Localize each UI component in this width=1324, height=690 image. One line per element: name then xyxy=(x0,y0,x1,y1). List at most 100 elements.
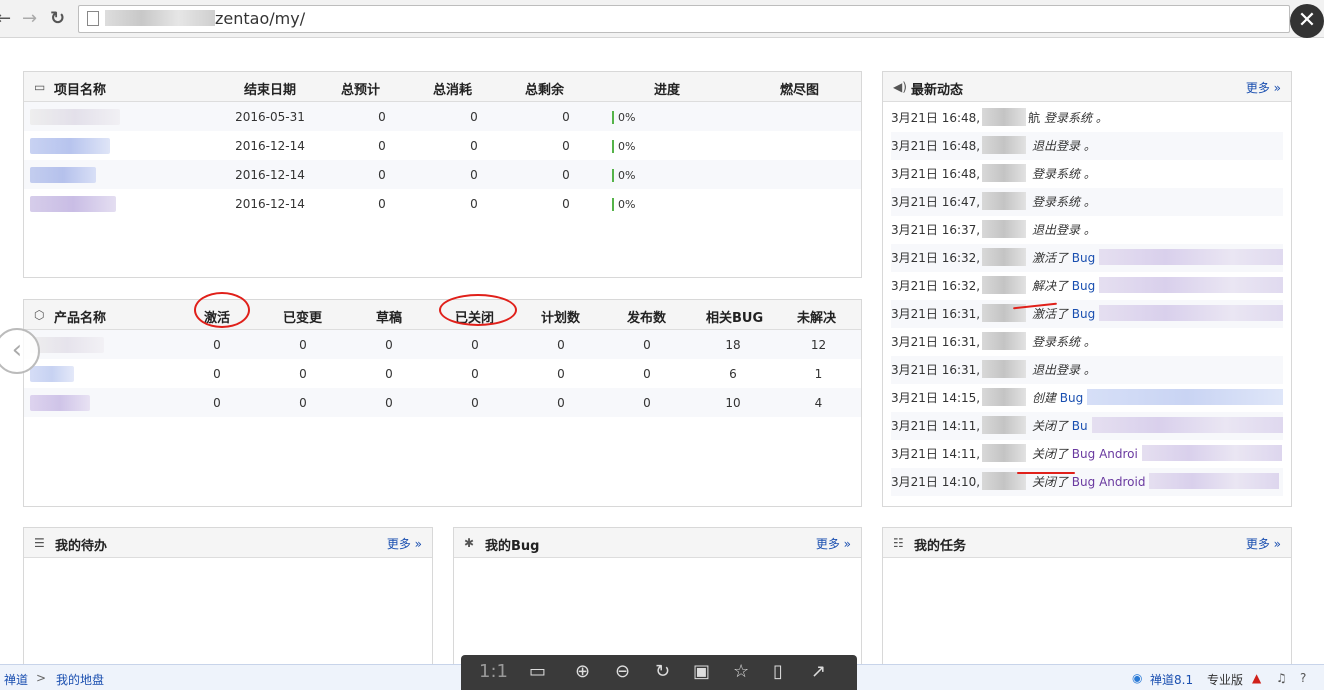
dynamics-panel: ◀) 最新动态 更多 » 3月21日 16:48, 航 登录系统 。 3月21日 … xyxy=(882,71,1292,507)
breadcrumb-current[interactable]: 我的地盘 xyxy=(56,671,104,688)
annotation-circle-active xyxy=(194,292,250,328)
item-user-fragment: 航 xyxy=(1028,111,1041,125)
bug-icon: ✱ xyxy=(464,536,475,550)
address-bar[interactable]: zentao/my/ xyxy=(78,5,1290,33)
tasks-more-link[interactable]: 更多 » xyxy=(1246,535,1281,552)
image-viewer-toolbar: 1:1 ▭ ⊕ ⊖ ↻ ▣ ☆ ▯ ↗ xyxy=(461,655,857,690)
redacted-user xyxy=(982,388,1027,406)
table-row[interactable]: 0 0 0 0 0 0 6 1 xyxy=(24,359,861,388)
breadcrumb-home[interactable]: 禅道 xyxy=(4,671,28,688)
table-row[interactable]: 2016-12-14 0 0 0 0% xyxy=(24,189,861,218)
item-time: 3月21日 16:31, xyxy=(891,363,981,377)
list-item[interactable]: 3月21日 16:31, 退出登录 。 xyxy=(891,356,1283,384)
back-arrow-icon[interactable]: ← xyxy=(0,8,11,29)
item-target-link[interactable]: Bug Androi xyxy=(1072,447,1138,461)
release-count: 0 xyxy=(643,366,651,381)
tasks-icon: ☷ xyxy=(893,536,904,550)
redacted-project-name[interactable] xyxy=(30,195,116,212)
upgrade-arrow-icon[interactable]: ▲ xyxy=(1252,671,1261,685)
phone-icon[interactable]: ▯ xyxy=(773,661,783,682)
col-changed: 已变更 xyxy=(283,311,323,326)
col-end-date: 结束日期 xyxy=(244,83,297,98)
rotate-icon[interactable]: ↻ xyxy=(655,661,670,682)
item-time: 3月21日 14:11, xyxy=(891,419,981,433)
reload-icon[interactable]: ↻ xyxy=(50,8,65,29)
forward-arrow-icon[interactable]: → xyxy=(22,8,37,29)
list-item[interactable]: 3月21日 16:31, 激活了 Bug xyxy=(891,300,1283,328)
table-row[interactable]: 2016-12-14 0 0 0 0% xyxy=(24,160,861,189)
item-target-link[interactable]: Bug xyxy=(1072,251,1095,265)
item-time: 3月21日 16:48, xyxy=(891,111,981,125)
actual-size-button[interactable]: 1:1 xyxy=(479,661,508,682)
bug-count: 6 xyxy=(729,366,737,381)
list-item[interactable]: 3月21日 16:37, 退出登录 。 xyxy=(891,216,1283,244)
end-date: 2016-12-14 xyxy=(235,196,305,211)
col-draft: 草稿 xyxy=(376,311,403,326)
list-item[interactable]: 3月21日 14:10, 关闭了 Bug Android xyxy=(891,468,1283,496)
save-icon[interactable]: ▣ xyxy=(693,661,710,682)
col-project-name: 项目名称 xyxy=(54,83,107,98)
item-target-link[interactable]: Bug xyxy=(1072,279,1095,293)
project-panel: ▭ 项目名称 结束日期 总预计 总消耗 总剩余 进度 燃尽图 2016-05-3… xyxy=(23,71,862,278)
list-item[interactable]: 3月21日 16:32, 解决了 Bug xyxy=(891,272,1283,300)
list-item[interactable]: 3月21日 16:48, 退出登录 。 xyxy=(891,132,1283,160)
item-action: 登录系统 。 xyxy=(1031,335,1096,349)
list-item[interactable]: 3月21日 16:48, 登录系统 。 xyxy=(891,160,1283,188)
tasks-panel: ☷ 我的任务 更多 » xyxy=(882,527,1292,667)
item-target-link[interactable]: Bu xyxy=(1072,419,1088,433)
redacted-project-name[interactable] xyxy=(30,108,120,125)
list-item[interactable]: 3月21日 16:48, 航 登录系统 。 xyxy=(891,104,1283,132)
draft-count: 0 xyxy=(385,366,393,381)
todo-more-link[interactable]: 更多 » xyxy=(387,535,422,552)
bell-icon[interactable]: ♫ xyxy=(1276,671,1287,685)
version-link[interactable]: 禅道8.1 xyxy=(1150,671,1193,688)
edition-label: 专业版 xyxy=(1207,673,1244,687)
redacted-user xyxy=(982,108,1027,126)
item-target-link[interactable]: Bug Android xyxy=(1072,475,1146,489)
help-icon[interactable]: ? xyxy=(1300,671,1306,685)
table-row[interactable]: 0 0 0 0 0 0 10 4 xyxy=(24,388,861,417)
active-count: 0 xyxy=(174,388,260,417)
product-table: 0 0 0 0 0 0 18 12 0 0 0 0 0 0 6 1 0 0 0 … xyxy=(24,330,861,417)
table-row[interactable]: 0 0 0 0 0 0 18 12 xyxy=(24,330,861,359)
list-item[interactable]: 3月21日 14:15, 创建 Bug xyxy=(891,384,1283,412)
redacted-product-name[interactable] xyxy=(30,336,104,353)
redacted-project-name[interactable] xyxy=(30,166,96,183)
project-table: 2016-05-31 0 0 0 0% 2016-12-14 0 0 0 0% … xyxy=(24,102,861,218)
list-item[interactable]: 3月21日 14:11, 关闭了 Bu xyxy=(891,412,1283,440)
list-item[interactable]: 3月21日 16:47, 登录系统 。 xyxy=(891,188,1283,216)
redacted-host xyxy=(105,10,215,26)
favorite-icon[interactable]: ☆ xyxy=(733,661,749,682)
list-item[interactable]: 3月21日 16:31, 登录系统 。 xyxy=(891,328,1283,356)
item-target-link[interactable]: Bug xyxy=(1072,307,1095,321)
item-time: 3月21日 16:31, xyxy=(891,307,981,321)
share-icon[interactable]: ↗ xyxy=(811,661,826,682)
close-icon[interactable]: ✕ xyxy=(1290,4,1324,38)
item-action: 创建 xyxy=(1031,391,1056,405)
list-item[interactable]: 3月21日 14:11, 关闭了 Bug Androi xyxy=(891,440,1283,468)
annotation-circle-closed xyxy=(439,294,517,326)
list-item[interactable]: 3月21日 16:32, 激活了 Bug xyxy=(891,244,1283,272)
redacted-user xyxy=(982,220,1027,238)
item-target-link[interactable]: Bug xyxy=(1060,391,1083,405)
table-row[interactable]: 2016-05-31 0 0 0 0% xyxy=(24,102,861,131)
table-row[interactable]: 2016-12-14 0 0 0 0% xyxy=(24,131,861,160)
redacted-product-name[interactable] xyxy=(30,365,74,382)
redacted-product-name[interactable] xyxy=(30,394,90,411)
burndown-cell xyxy=(742,160,861,189)
mybug-more-link[interactable]: 更多 » xyxy=(816,535,851,552)
estimate-value: 0 xyxy=(336,102,428,131)
draft-count: 0 xyxy=(346,388,432,417)
item-action: 激活了 xyxy=(1031,307,1068,321)
redacted-user xyxy=(982,136,1027,154)
item-time: 3月21日 16:48, xyxy=(891,139,981,153)
redacted-project-name[interactable] xyxy=(30,137,110,154)
fit-icon[interactable]: ▭ xyxy=(529,661,546,682)
dynamics-more-link[interactable]: 更多 » xyxy=(1246,79,1281,96)
item-time: 3月21日 16:48, xyxy=(891,167,981,181)
zoom-in-icon[interactable]: ⊕ xyxy=(575,661,590,682)
col-estimate: 总预计 xyxy=(341,83,381,98)
col-consumed: 总消耗 xyxy=(433,83,473,98)
zoom-out-icon[interactable]: ⊖ xyxy=(615,661,630,682)
item-action: 关闭了 xyxy=(1031,419,1068,433)
